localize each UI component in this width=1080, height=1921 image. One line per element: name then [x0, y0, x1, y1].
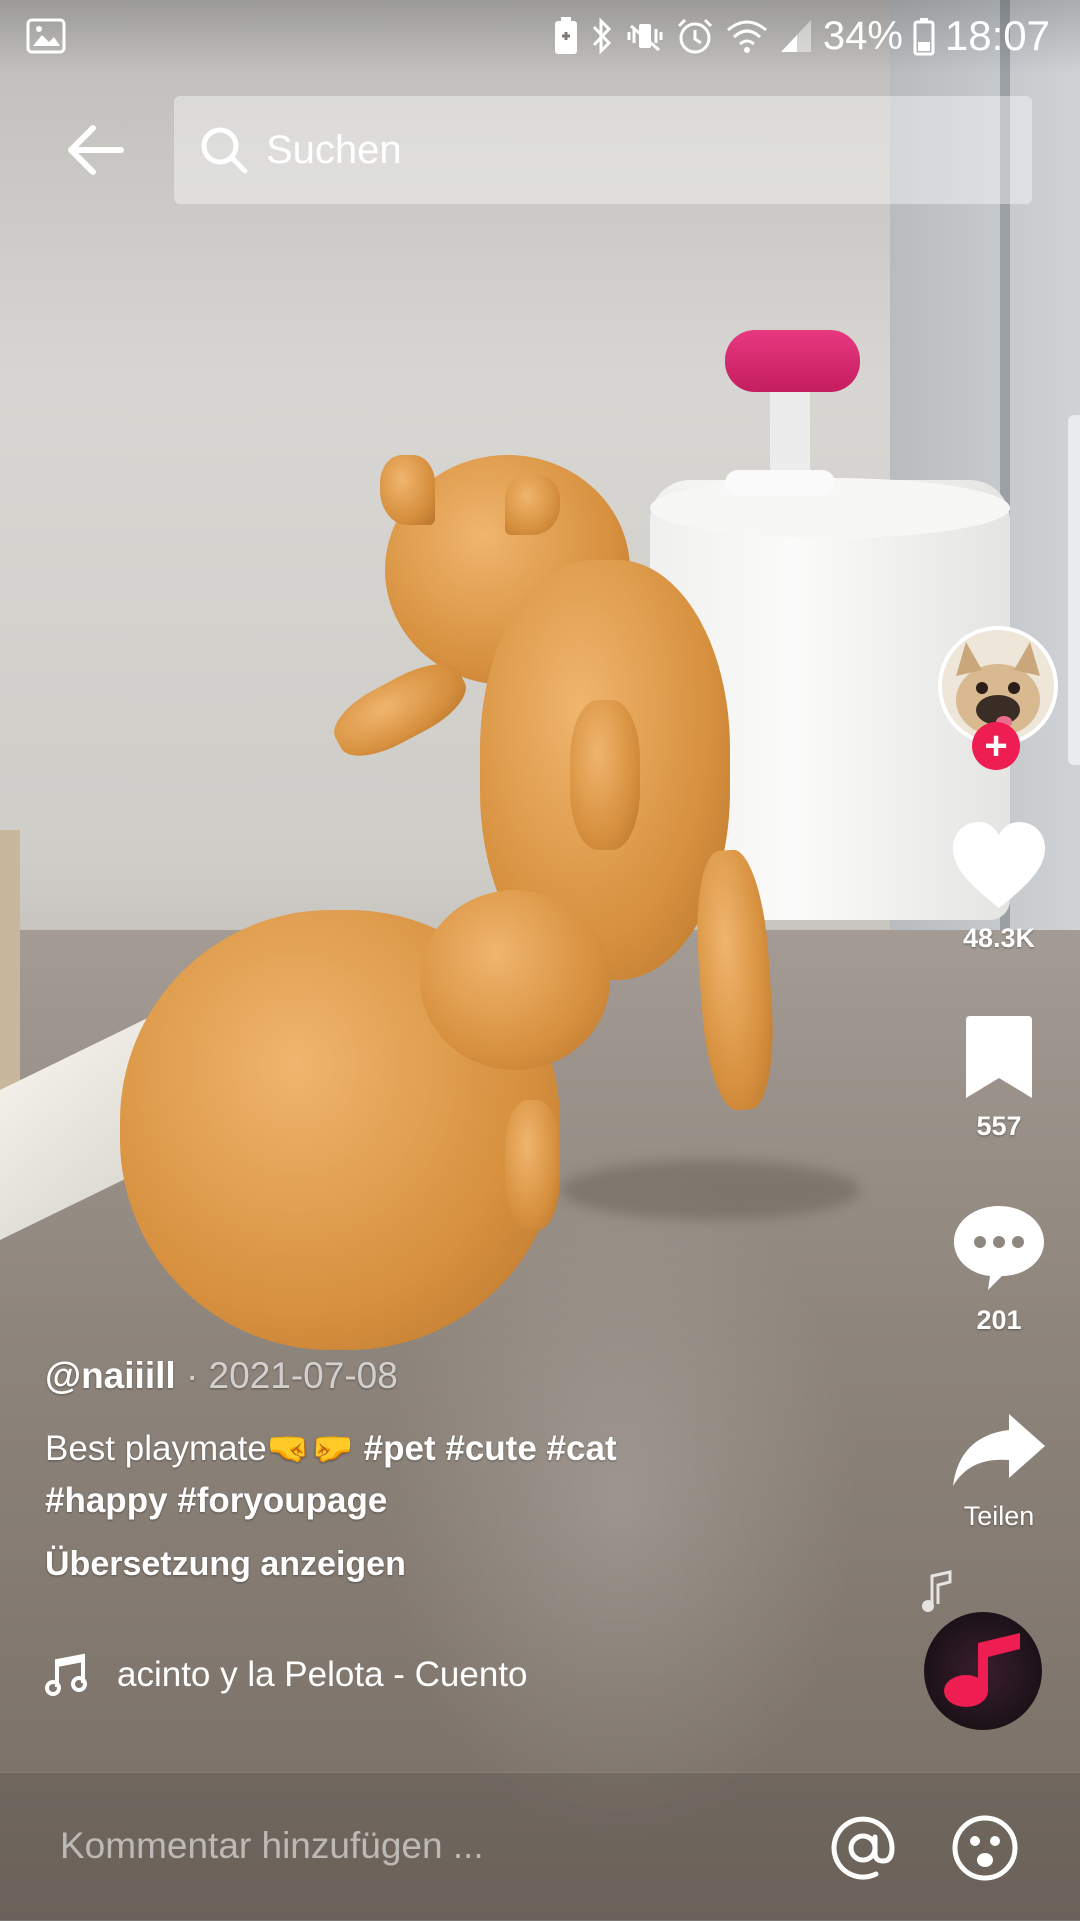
like-button[interactable]: 48.3K: [934, 820, 1064, 954]
clock: 18:07: [944, 12, 1050, 59]
music-note-small-icon: [45, 1653, 87, 1696]
status-icons: 34% 18:07: [553, 12, 1050, 60]
save-button[interactable]: 557: [934, 1016, 1064, 1142]
follow-button[interactable]: +: [972, 722, 1020, 770]
battery-percent: 34%: [822, 13, 903, 58]
heart-icon: [953, 822, 1045, 908]
floating-note-icon: [922, 1570, 952, 1612]
signal-icon: [779, 16, 813, 56]
search-input[interactable]: Suchen: [174, 96, 1032, 204]
video-description: Best playmate🤜🤛 #pet #cute #cat #happy #…: [45, 1423, 745, 1527]
arrow-left-icon: [68, 125, 124, 175]
comment-count: 201: [976, 1305, 1022, 1335]
description-text: Best playmate🤜🤛: [45, 1429, 354, 1468]
cat-paw-left: [324, 650, 476, 770]
share-label: Teilen: [963, 1501, 1035, 1531]
emoji-button[interactable]: [950, 1813, 1020, 1883]
battery-icon: [913, 16, 935, 56]
search-icon: [196, 122, 252, 178]
hashtag-cute[interactable]: #cute: [445, 1429, 536, 1468]
hashtag-foryoupage[interactable]: #foryoupage: [177, 1481, 387, 1520]
translate-link[interactable]: Übersetzung anzeigen: [45, 1545, 745, 1584]
hashtag-cat[interactable]: #cat: [547, 1429, 617, 1468]
alarm-icon: [675, 16, 715, 56]
emoji-icon: [952, 1815, 1018, 1881]
hashtag-happy[interactable]: #happy: [45, 1481, 168, 1520]
cat-paw-right: [570, 700, 640, 850]
cat-shadow: [560, 1160, 860, 1220]
vibrate-icon: [625, 16, 665, 56]
bluetooth-icon: [589, 16, 615, 56]
like-count: 48.3K: [962, 923, 1036, 953]
music-note-icon: [944, 1633, 1020, 1707]
save-count: 557: [976, 1111, 1022, 1141]
wifi-icon: [725, 16, 769, 56]
comment-button[interactable]: 201: [934, 1202, 1064, 1336]
back-button[interactable]: [50, 114, 140, 186]
cat-head-lower: [420, 890, 610, 1070]
comment-bubble-icon: [954, 1206, 1044, 1290]
follow-plus-icon: +: [984, 724, 1008, 768]
share-arrow-icon: [953, 1414, 1045, 1486]
top-bar: Suchen: [0, 96, 1080, 204]
music-disc[interactable]: [924, 1612, 1042, 1730]
separator-dot: ·: [185, 1355, 199, 1396]
edge-panel-handle[interactable]: [1068, 415, 1080, 765]
situp-bar-base: [725, 470, 835, 496]
cat-leg-lower: [505, 1100, 560, 1230]
status-bar: 34% 18:07: [0, 0, 1080, 74]
author-username[interactable]: @naiiill: [45, 1355, 176, 1396]
sound-name: acinto y la Pelota - Cuento: [117, 1655, 528, 1694]
battery-saver-icon: [553, 16, 579, 56]
hashtag-pet[interactable]: #pet: [364, 1429, 436, 1468]
mention-button[interactable]: [828, 1813, 898, 1883]
cat-ear-left: [380, 455, 435, 525]
comment-input[interactable]: Kommentar hinzufügen ...: [60, 1825, 484, 1867]
video-player[interactable]: [0, 0, 1080, 1920]
sound-link[interactable]: acinto y la Pelota - Cuento: [45, 1650, 605, 1700]
image-notification-icon: [26, 18, 66, 59]
comment-bar: Kommentar hinzufügen ...: [0, 1772, 1080, 1921]
video-caption: @naiiill · 2021-07-08 Best playmate🤜🤛 #p…: [45, 1355, 745, 1584]
share-button[interactable]: Teilen: [934, 1410, 1064, 1532]
post-date: 2021-07-08: [208, 1355, 398, 1396]
bookmark-icon: [966, 1016, 1032, 1098]
situp-bar-roller: [725, 330, 860, 392]
author-line: @naiiill · 2021-07-08: [45, 1355, 745, 1407]
at-sign-icon: [831, 1816, 895, 1880]
cat-ear-right: [505, 475, 560, 535]
search-placeholder: Suchen: [266, 127, 402, 172]
